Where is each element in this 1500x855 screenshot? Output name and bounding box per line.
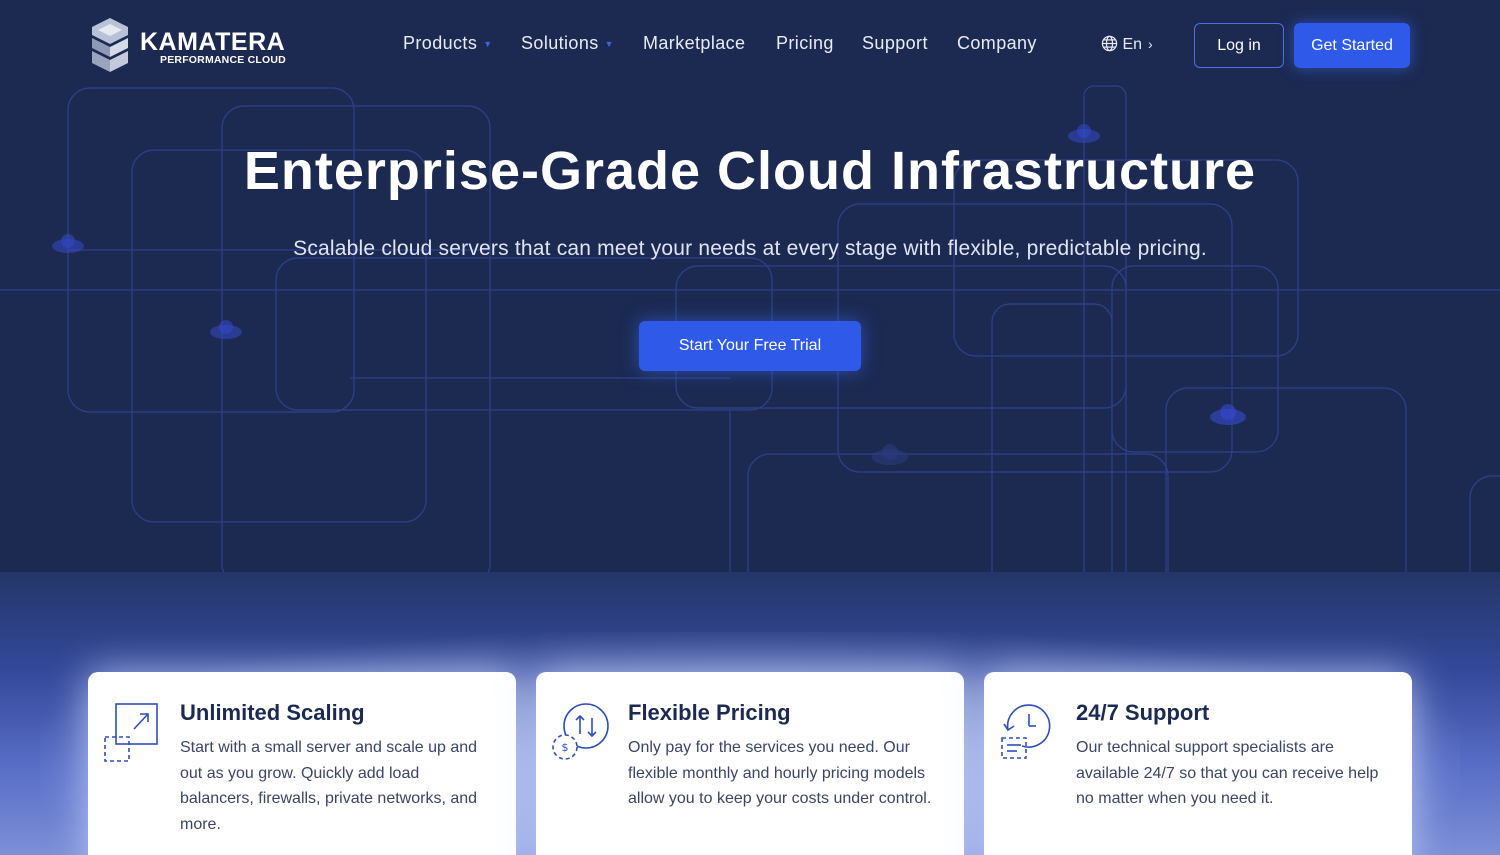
nav-item-solutions[interactable]: Solutions ▼ [521, 33, 614, 54]
get-started-button[interactable]: Get Started [1294, 23, 1410, 68]
feature-title: 24/7 Support [1076, 700, 1210, 725]
logo[interactable]: KAMATERA PERFORMANCE CLOUD [90, 18, 290, 74]
pricing-icon: $ [552, 703, 609, 760]
feature-text: Our technical support specialists are av… [1076, 739, 1379, 807]
hero-subtitle: Scalable cloud servers that can meet you… [293, 237, 1207, 260]
chevron-down-icon: ▼ [483, 39, 493, 50]
chevron-right-icon: › [1148, 36, 1153, 52]
nav-item-marketplace[interactable]: Marketplace [643, 33, 745, 54]
site-header: KAMATERA PERFORMANCE CLOUD Products ▼ Sol… [0, 0, 1500, 90]
kamatera-logo-icon [92, 18, 128, 72]
feature-card-support: 24/7 Support Our technical support speci… [984, 672, 1412, 855]
nav-item-support[interactable]: Support [862, 33, 928, 54]
nav-item-company[interactable]: Company [957, 33, 1037, 54]
nav-item-label: Products [403, 33, 478, 53]
scaling-icon [104, 703, 158, 762]
brand-tagline: PERFORMANCE CLOUD [160, 54, 286, 66]
hero-title: Enterprise-Grade Cloud Infrastructure [243, 141, 1257, 201]
feature-text: Start with a small server and scale up a… [180, 739, 478, 833]
language-selector[interactable]: En › [1101, 35, 1153, 54]
language-label: En [1122, 36, 1143, 53]
feature-title: Flexible Pricing [628, 700, 791, 725]
hero-section: KAMATERA PERFORMANCE CLOUD Products ▼ Sol… [0, 0, 1500, 572]
nav-item-label: Company [957, 33, 1037, 53]
nav-item-label: Support [862, 33, 928, 53]
feature-text: Only pay for the services you need. Our … [628, 739, 932, 807]
nav-item-label: Marketplace [643, 33, 746, 53]
cloud-icon [210, 320, 242, 339]
cloud-icon [1210, 404, 1246, 425]
svg-text:$: $ [562, 741, 569, 754]
nav-item-label: Pricing [776, 33, 834, 53]
cloud-icon [872, 444, 908, 465]
nav-item-label: Solutions [521, 33, 599, 53]
support-icon [1001, 704, 1051, 759]
feature-card-pricing: $ Flexible Pricing Only pay for the serv… [536, 672, 964, 855]
feature-card-scaling: Unlimited Scaling Start with a small ser… [88, 672, 516, 855]
nav-item-products[interactable]: Products ▼ [403, 33, 493, 54]
globe-icon [1101, 35, 1118, 52]
feature-title: Unlimited Scaling [180, 700, 365, 725]
login-button[interactable]: Log in [1194, 23, 1284, 68]
brand-name: KAMATERA [140, 28, 286, 56]
nav-item-pricing[interactable]: Pricing [776, 33, 834, 54]
free-trial-button[interactable]: Start Your Free Trial [639, 321, 861, 371]
chevron-down-icon: ▼ [604, 39, 614, 50]
